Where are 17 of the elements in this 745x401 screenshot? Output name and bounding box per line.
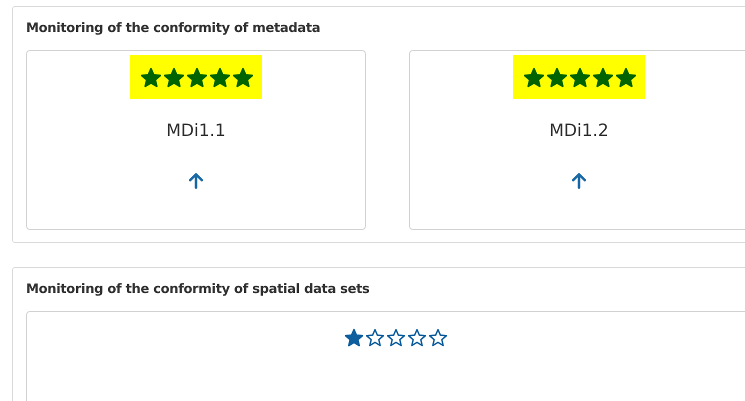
filled-star-icon <box>163 67 185 89</box>
filled-star-icon <box>232 67 254 89</box>
filled-star-icon <box>140 67 162 89</box>
arrow-up-icon[interactable] <box>186 171 206 191</box>
indicator-label: MDi1.2 <box>549 121 609 141</box>
arrow-up-icon[interactable] <box>569 171 589 191</box>
filled-star-icon <box>569 67 591 89</box>
filled-star-icon <box>209 67 231 89</box>
filled-star-icon <box>523 67 545 89</box>
filled-star-icon <box>186 67 208 89</box>
indicator-label: MDi1.1 <box>166 121 226 141</box>
section-title: Monitoring of the conformity of spatial data sets <box>26 282 370 297</box>
filled-star-icon <box>546 67 568 89</box>
section-title: Monitoring of the conformity of metadata <box>26 21 322 36</box>
filled-star-icon <box>615 67 637 89</box>
filled-star-icon <box>592 67 614 89</box>
filled-star-icon <box>344 328 364 348</box>
